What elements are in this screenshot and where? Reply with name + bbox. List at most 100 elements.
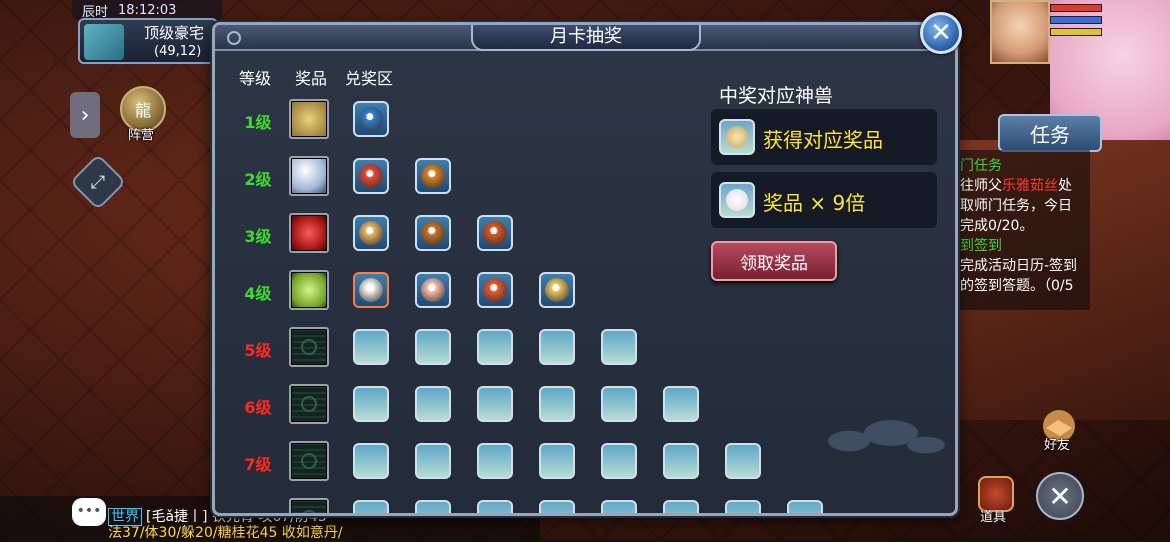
- level-label: 6级: [244, 398, 272, 417]
- level-label: 3级: [244, 227, 272, 246]
- close-dialog-button[interactable]: ✕: [920, 12, 962, 54]
- dialog-titlebar: 月卡抽奖: [215, 25, 955, 51]
- pet-icon: [359, 278, 383, 302]
- empty-reward-slot[interactable]: [539, 500, 575, 513]
- empty-reward-slot[interactable]: [415, 329, 451, 365]
- empty-reward-slot[interactable]: [725, 443, 761, 479]
- claim-reward-label: 领取奖品: [740, 253, 808, 274]
- column-headers: 等级 奖品 兑奖区: [215, 65, 435, 88]
- cloud-decoration: [807, 393, 947, 473]
- empty-reward-slot[interactable]: [663, 443, 699, 479]
- red-gem-icon[interactable]: [289, 213, 329, 253]
- location-coords: (49,12): [154, 44, 202, 59]
- dialog-title: 月卡抽奖: [471, 25, 701, 51]
- header-redeem: 兑奖区: [345, 69, 394, 88]
- tab-tasks-label: 任务: [1030, 122, 1070, 147]
- formation-label: 阵营: [128, 128, 155, 143]
- empty-reward-slot[interactable]: [353, 386, 389, 422]
- header-prize: 奖品: [295, 69, 328, 88]
- menu-close-button[interactable]: ✕: [1036, 472, 1084, 520]
- pet-reward-slot[interactable]: [353, 272, 389, 308]
- chat-message-line: 法37/体30/躲20/糖桂花45 收如意丹/: [108, 525, 343, 541]
- close-icon: ✕: [1048, 479, 1072, 513]
- empty-reward-slot[interactable]: [477, 500, 513, 513]
- chevron-right-icon: ›: [80, 102, 90, 128]
- pet-icon: [719, 182, 755, 218]
- chat-bubble-icon[interactable]: •••: [72, 498, 106, 526]
- task-line: 完成0/20。: [960, 218, 1034, 234]
- pet-reward-slot[interactable]: [415, 158, 451, 194]
- level-label: 4级: [244, 284, 272, 303]
- task-title: 到签到: [960, 238, 1002, 254]
- hp-bar: [1050, 4, 1102, 12]
- reward-info-row: 获得对应奖品: [711, 109, 937, 165]
- level-label: 2级: [244, 170, 272, 189]
- side-expand-arrow[interactable]: ›: [70, 92, 100, 138]
- task-title: 门任务: [960, 158, 1002, 174]
- pet-reward-slot[interactable]: [415, 215, 451, 251]
- time-label: 辰时: [82, 4, 109, 20]
- locked-icon[interactable]: [289, 441, 329, 481]
- pet-reward-slot[interactable]: [415, 272, 451, 308]
- pet-reward-slot[interactable]: [353, 215, 389, 251]
- task-line: 完成活动日历-签到: [960, 258, 1078, 274]
- clock-box: 辰时 18:12:03: [72, 0, 222, 20]
- locked-icon[interactable]: [289, 327, 329, 367]
- npc-link[interactable]: 乐雅茹丝: [1002, 178, 1058, 194]
- dragon-icon: 龍: [134, 101, 151, 120]
- empty-reward-slot[interactable]: [477, 443, 513, 479]
- empty-reward-slot[interactable]: [415, 500, 451, 513]
- pet-icon: [545, 278, 569, 302]
- pet-reward-slot[interactable]: [353, 101, 389, 137]
- header-level: 等级: [239, 69, 272, 88]
- empty-reward-slot[interactable]: [601, 329, 637, 365]
- pet-icon: [359, 221, 383, 245]
- player-avatar[interactable]: [990, 0, 1050, 64]
- green-eggs-icon[interactable]: [289, 270, 329, 310]
- empty-reward-slot[interactable]: [787, 500, 823, 513]
- empty-reward-slot[interactable]: [725, 500, 761, 513]
- empty-reward-slot[interactable]: [663, 386, 699, 422]
- empty-reward-slot[interactable]: [415, 443, 451, 479]
- expand-icon: ⤢: [90, 171, 106, 193]
- multiplier-info-row: 奖品 × 9倍: [711, 172, 937, 228]
- empty-reward-slot[interactable]: [477, 329, 513, 365]
- locked-icon[interactable]: [289, 498, 329, 513]
- pet-icon: [421, 221, 445, 245]
- treasure-map-icon[interactable]: [289, 99, 329, 139]
- task-line: 的签到答题。（0/5: [960, 278, 1074, 294]
- reward-text: 获得对应奖品: [763, 128, 883, 152]
- tab-tasks[interactable]: 任务: [998, 114, 1102, 152]
- empty-reward-slot[interactable]: [539, 386, 575, 422]
- empty-reward-slot[interactable]: [353, 443, 389, 479]
- friends-label: 好友: [1044, 438, 1071, 453]
- pet-reward-slot[interactable]: [477, 215, 513, 251]
- empty-reward-slot[interactable]: [415, 386, 451, 422]
- empty-reward-slot[interactable]: [663, 500, 699, 513]
- lottery-dialog: 月卡抽奖 等级 奖品 兑奖区 1级 2级 3级 4级 5级 6级 7级 8级 中奖对应神兽 获…: [212, 22, 958, 516]
- pet-reward-slot[interactable]: [353, 158, 389, 194]
- minimap-location[interactable]: 顶级豪宅 (49,12): [78, 18, 218, 64]
- empty-reward-slot[interactable]: [477, 386, 513, 422]
- pet-icon: [421, 278, 445, 302]
- pet-reward-slot[interactable]: [477, 272, 513, 308]
- task-tracker[interactable]: 门任务 往师父乐雅茹丝处 取师门任务，今日 完成0/20。 到签到 完成活动日历…: [958, 150, 1090, 310]
- pet-icon: [359, 164, 383, 188]
- empty-reward-slot[interactable]: [601, 386, 637, 422]
- pet-icon: [359, 107, 383, 131]
- close-icon: ✕: [930, 18, 952, 48]
- empty-reward-slot[interactable]: [353, 500, 389, 513]
- pet-reward-slot[interactable]: [539, 272, 575, 308]
- exp-bar: [1050, 28, 1102, 36]
- empty-reward-slot[interactable]: [539, 329, 575, 365]
- mp-bar: [1050, 16, 1102, 24]
- empty-reward-slot[interactable]: [601, 443, 637, 479]
- locked-icon[interactable]: [289, 384, 329, 424]
- friends-button[interactable]: 好友: [1036, 406, 1082, 453]
- empty-reward-slot[interactable]: [353, 329, 389, 365]
- empty-reward-slot[interactable]: [601, 500, 637, 513]
- crystal-ball-icon[interactable]: [289, 156, 329, 196]
- empty-reward-slot[interactable]: [539, 443, 575, 479]
- beast-panel-title: 中奖对应神兽: [719, 85, 834, 107]
- claim-reward-button[interactable]: 领取奖品: [711, 241, 837, 281]
